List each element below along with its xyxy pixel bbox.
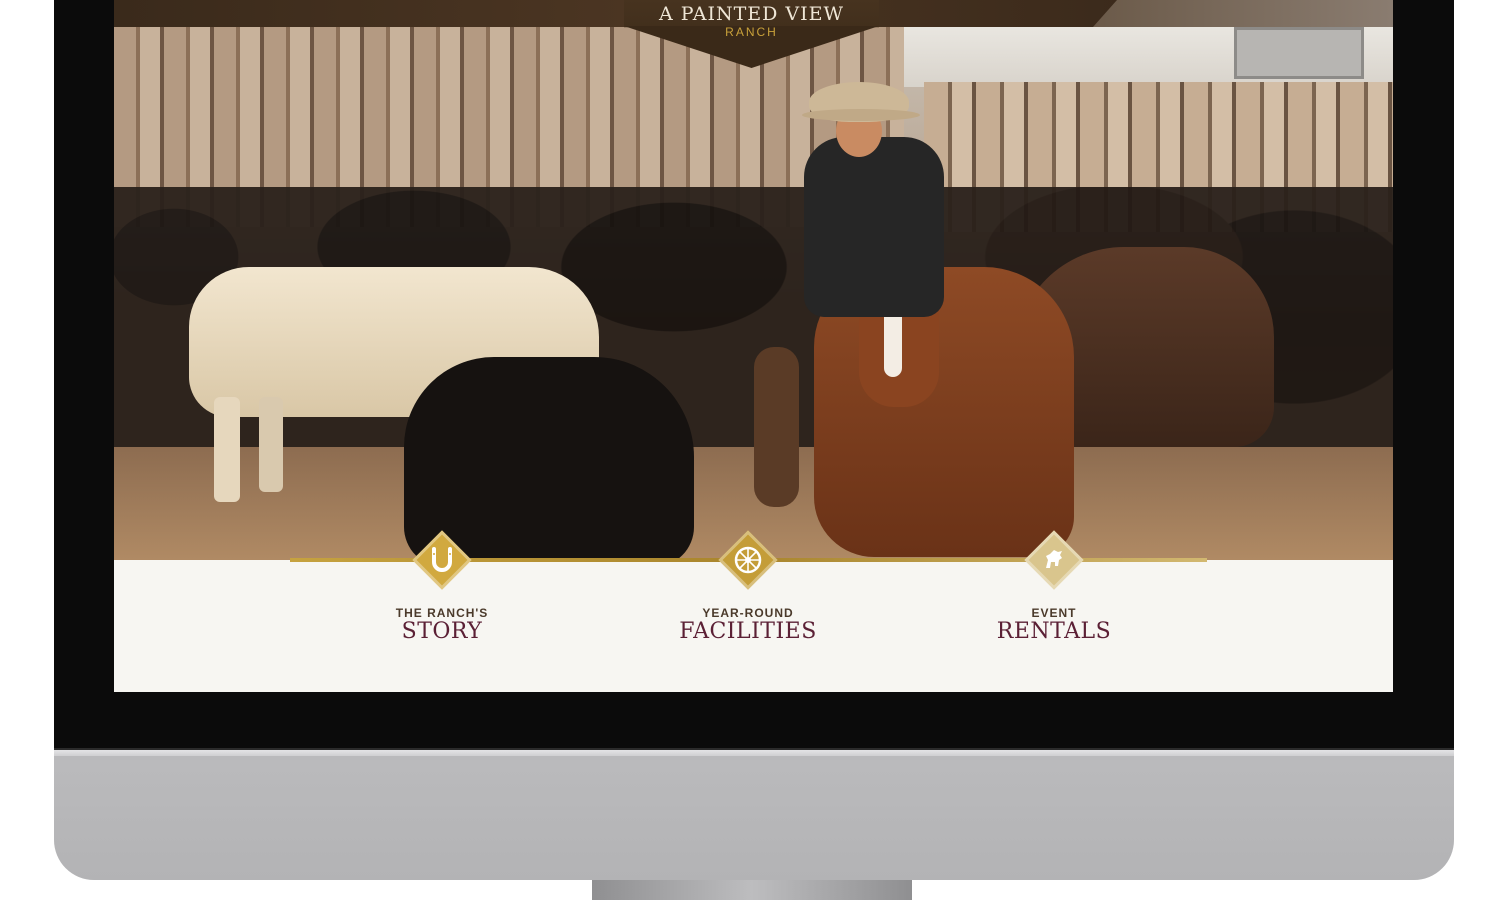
horseshoe-icon [432,547,452,572]
nav-story-eyebrow: THE RANCH'S [395,606,489,620]
nav-facilities-eyebrow: YEAR-ROUND [702,606,794,620]
hero-image [114,27,1393,560]
logo-title[interactable]: A PAINTED VIEW [624,3,879,25]
logo-subtitle: RANCH [725,25,778,39]
nav-rentals-eyebrow: EVENT [1031,606,1077,620]
nav-story[interactable]: THE RANCH'S STORY [352,528,532,668]
white-cow-leg [214,397,240,502]
nav-rentals-badge [1022,528,1086,592]
website-screen: A PAINTED VIEW RANCH THE RANCH'S STORY Y… [114,0,1393,692]
nav-story-badge [410,528,474,592]
nav-story-label[interactable]: STORY [352,619,532,644]
nav-facilities-label[interactable]: FACILITIES [658,619,838,644]
building-window [1234,27,1364,79]
nav-facilities-badge [716,528,780,592]
rider [804,137,944,317]
nav-rentals[interactable]: EVENT RENTALS [964,528,1144,668]
white-cow-leg [259,397,283,492]
nav-facilities[interactable]: YEAR-ROUND FACILITIES [658,528,838,668]
cowboy-hat-brim [802,109,920,121]
nav-rentals-label[interactable]: RENTALS [964,619,1144,644]
horse-icon [1046,550,1062,568]
monitor-chin [54,750,1454,756]
wagon-wheel-icon [734,546,762,574]
rider-leg [754,347,799,507]
monitor-stand [592,880,912,900]
header-right-panel [1093,0,1393,27]
